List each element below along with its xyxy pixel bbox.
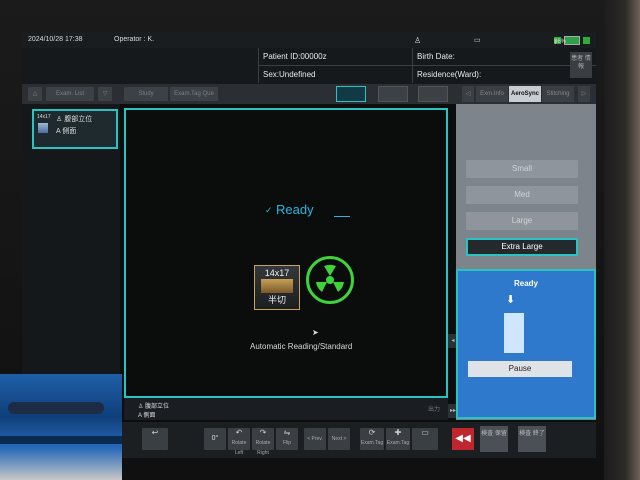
operator-label: Operator : K. <box>114 36 155 43</box>
blank-button[interactable]: ▭ <box>412 428 438 450</box>
flip-button[interactable]: ⇋ Flip <box>276 428 298 450</box>
tab-next-icon[interactable]: ▷ <box>578 86 590 102</box>
down-arrow-icon: ⬇ <box>506 294 516 306</box>
layout-quad-button[interactable] <box>378 86 408 102</box>
tab-exam-info[interactable]: Exm.Info <box>476 86 508 102</box>
battery-level: 86% <box>554 39 567 45</box>
footer-view: A 側面 <box>138 413 156 419</box>
patient-id: Patient ID:00000z <box>258 48 413 65</box>
exam-tag-button-2[interactable]: ✚ Exam.Tag <box>386 428 410 450</box>
tab-prev-icon[interactable]: ◁ <box>462 86 474 102</box>
end-exam-button[interactable]: 検査 終了 <box>518 426 546 452</box>
layout-single-button[interactable] <box>336 86 366 102</box>
triangle-icon[interactable]: △ <box>28 87 42 101</box>
image-footer: ♙ 腹部立位 A 側面 出力 <box>124 398 448 420</box>
rotate-right-button[interactable]: ↷ Rotate Right <box>252 428 274 456</box>
monitor-edge <box>604 0 640 480</box>
battery-icon <box>564 35 580 45</box>
exam-tag-button-1[interactable]: ⟳ Exam.Tag <box>360 428 384 450</box>
plate-image <box>261 279 293 293</box>
hold-exam-button[interactable]: 検査 保留 <box>480 426 508 452</box>
divider <box>258 65 596 66</box>
birth-date: Birth Date: <box>412 48 567 65</box>
size-extra-large-button[interactable]: Extra Large <box>466 238 578 256</box>
reading-mode: Automatic Reading/Standard <box>250 342 353 351</box>
plus-icon: ✚ <box>394 428 402 437</box>
detector-status: Ready <box>513 279 538 288</box>
flip-icon: ⇋ <box>283 428 291 437</box>
plate-size-indicator: 14x17 半切 <box>254 265 300 310</box>
tab-aerosync[interactable]: AeroSync <box>509 86 541 102</box>
datetime: 2024/10/28 17:38 <box>28 36 83 43</box>
next-button[interactable]: Next > <box>328 428 350 450</box>
check-icon: ✓ <box>265 205 273 215</box>
plate-label: 半切 <box>267 295 286 305</box>
thumb-line2: A 側面 <box>56 128 77 135</box>
thumb-line1: ♙ 腹部立位 <box>56 116 93 123</box>
pause-button[interactable]: Pause <box>468 361 572 377</box>
printer-icon: ▭ <box>474 37 481 44</box>
patient-sex: Sex:Undefined <box>258 66 413 83</box>
ready-underline <box>334 216 350 217</box>
size-large-button[interactable]: Large <box>466 212 578 230</box>
back-button[interactable]: ↩ <box>142 428 168 450</box>
down-arrow-icon[interactable]: ▽ <box>98 87 112 101</box>
image-viewer[interactable]: ✓ Ready 14x17 半切 ➤ Automatic Reading/Sta… <box>124 108 448 398</box>
device-slot <box>8 402 104 414</box>
output-label: 出力 <box>427 407 440 413</box>
thumb-size: 14x17 <box>37 114 51 120</box>
radiation-icon <box>306 256 354 304</box>
status-bar: 2024/10/28 17:38 Operator : K. ♙ ▭ ⌇ 86% <box>22 32 596 48</box>
exam-tag-button[interactable]: Exam.Tag Que <box>170 87 218 101</box>
thumb-image <box>38 123 48 133</box>
refresh-icon: ⟳ <box>368 428 376 437</box>
prev-button[interactable]: < Prev. <box>304 428 326 450</box>
detector-icon <box>504 313 524 353</box>
foreground-device <box>0 374 122 480</box>
size-med-button[interactable]: Med <box>466 186 578 204</box>
residence-ward: Residence(Ward): <box>412 66 567 83</box>
tab-stitching[interactable]: Stitching <box>542 86 574 102</box>
patient-info: Patient ID:00000z Sex:Undefined Birth Da… <box>22 48 596 84</box>
sync-icon <box>583 36 590 44</box>
layout-grid-button[interactable] <box>418 86 448 102</box>
device-strip <box>0 436 122 444</box>
footer-protocol: ♙ 腹部立位 <box>138 404 170 410</box>
detector-status-box: Ready ⬇ Pause <box>456 269 596 419</box>
study-button[interactable]: Study <box>124 87 168 101</box>
stop-button[interactable]: ◀◀ <box>452 428 474 450</box>
ready-status: Ready <box>276 202 314 217</box>
mouse-cursor-icon: ➤ <box>312 328 319 337</box>
system-tray: ⌇ 86% <box>554 35 590 46</box>
main-toolbar: △ Exam. List ▽ Study Exam.Tag Que ◁ Exm.… <box>22 84 596 104</box>
rotate-left-button[interactable]: ↶ Rotate Left <box>228 428 250 456</box>
rotate-right-icon: ↷ <box>259 428 267 437</box>
exposure-thumbnail[interactable]: 14x17 ♙ 腹部立位 A 側面 <box>32 109 118 149</box>
exam-list-button[interactable]: Exam. List <box>46 87 94 101</box>
person-icon: ♙ <box>414 36 422 45</box>
aerosync-panel: Small Med Large Extra Large Ready ⬇ Paus… <box>456 104 596 420</box>
rotate-left-icon: ↶ <box>235 428 243 437</box>
size-small-button[interactable]: Small <box>466 160 578 178</box>
plate-size: 14x17 <box>264 268 290 278</box>
patient-info-button[interactable]: 患者 情報 <box>570 52 592 78</box>
rotation-readout[interactable]: 0° <box>204 428 226 450</box>
